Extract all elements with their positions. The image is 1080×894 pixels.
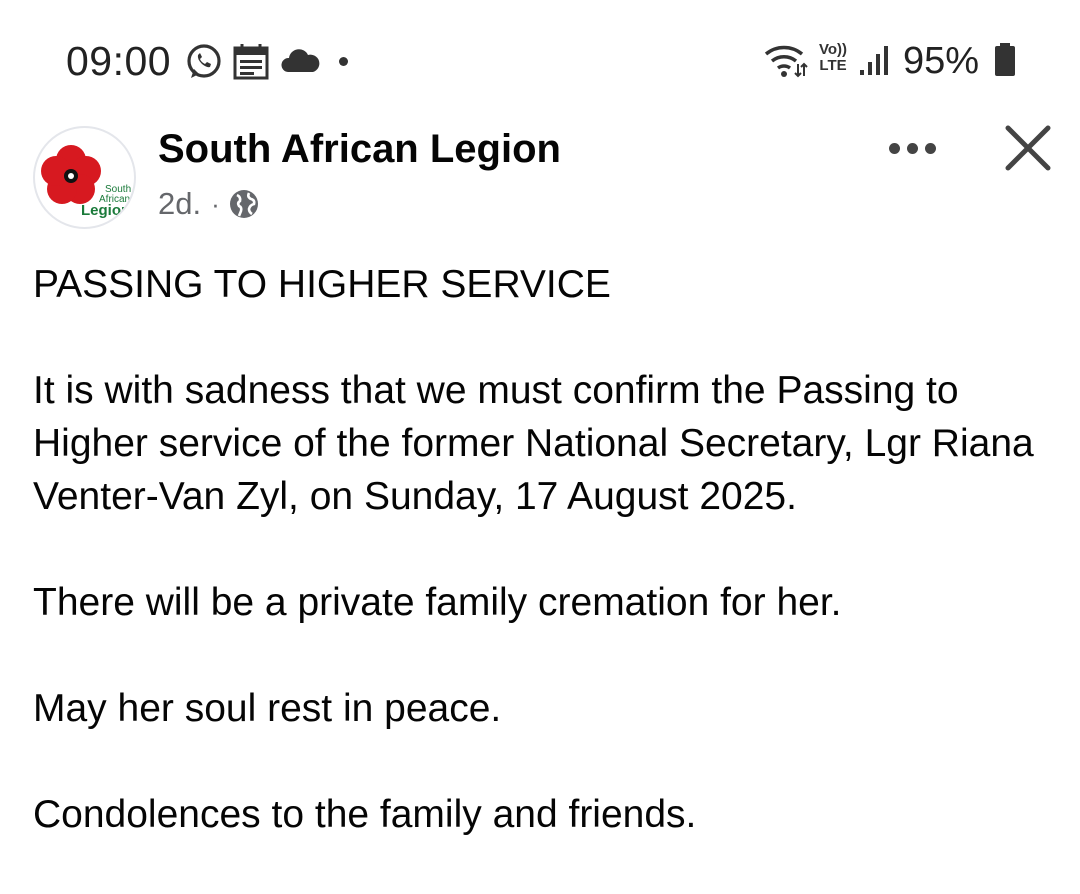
more-icon-dot: [906, 142, 918, 154]
whatsapp-icon: [187, 44, 221, 78]
more-options-button[interactable]: [880, 128, 944, 168]
signal-icon: [860, 46, 888, 75]
post-paragraph: There will be a private family cremation…: [33, 581, 842, 624]
post-paragraph: Condolences to the family and friends.: [33, 793, 697, 836]
post-paragraph: It is with sadness that we must confirm …: [33, 369, 1034, 518]
post-timestamp[interactable]: 2d.: [158, 186, 201, 222]
volte-label-top: Vo)): [818, 41, 848, 58]
status-time: 09:00: [66, 38, 172, 84]
close-icon[interactable]: [1000, 120, 1056, 176]
post-paragraph: May her soul rest in peace.: [33, 687, 502, 730]
notification-dot: [339, 57, 348, 66]
battery-icon: [995, 43, 1015, 76]
more-icon-dot: [888, 142, 900, 154]
calendar-icon: [233, 44, 269, 80]
wifi-icon: [764, 45, 808, 78]
status-bar: 09:00 Vo)) LTE 95%: [0, 0, 1080, 110]
poppy-logo-icon: South African Legion: [41, 145, 131, 219]
post-paragraph-heading: PASSING TO HIGHER SERVICE: [33, 263, 611, 306]
post-meta: 2d. ·: [158, 186, 260, 222]
meta-separator: ·: [211, 188, 220, 219]
volte-icon: Vo)) LTE: [815, 42, 851, 74]
globe-icon: [229, 190, 258, 218]
page-name[interactable]: South African Legion: [158, 127, 561, 172]
cloud-icon: [281, 49, 320, 72]
page-avatar[interactable]: South African Legion: [33, 126, 136, 229]
battery-percent: 95%: [903, 40, 980, 82]
post-body: PASSING TO HIGHER SERVICE It is with sad…: [33, 258, 1063, 894]
avatar-text-legion: Legion: [81, 202, 130, 219]
more-icon-dot: [924, 142, 936, 154]
volte-label-bottom: LTE: [819, 57, 847, 74]
